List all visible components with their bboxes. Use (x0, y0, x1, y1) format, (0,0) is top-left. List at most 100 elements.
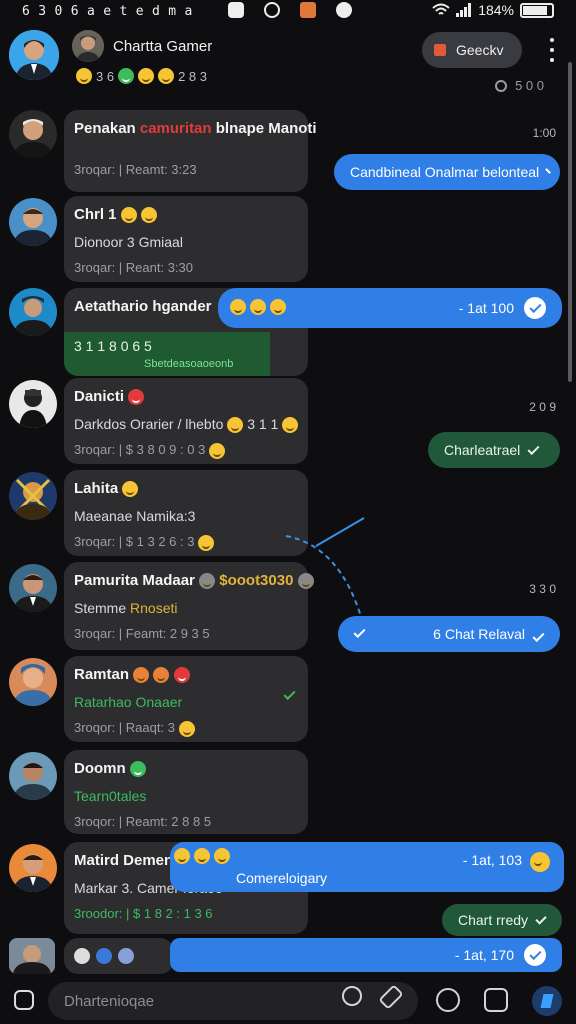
chat-title: Chartta Gamer (113, 38, 213, 55)
avatar (9, 472, 57, 520)
chat-meta: 3roqor: | Raaqt: 3 (74, 720, 195, 737)
chat-preview: Tearn0tales (74, 788, 147, 804)
chat-card[interactable]: Lahita Maeanae Namika:3 3roqar: | $ 1 3 … (64, 470, 308, 556)
message-time: 2 0 9 (529, 400, 556, 414)
emoji-icon (198, 534, 215, 551)
emoji-icon (270, 299, 286, 315)
contact-name: Pamurita Madaar $ooot3030 (74, 572, 314, 590)
chat-card[interactable]: Chrl 1 Dionoor 3 Gmiaal 3roqar: | Reant:… (64, 196, 308, 282)
status-right: 184% (432, 2, 554, 18)
chat-card[interactable] (64, 938, 174, 974)
microphone-icon[interactable] (14, 990, 34, 1010)
chat-card[interactable]: Doomn Tearn0tales 3roqor: | Reamt: 2 8 8… (64, 750, 308, 834)
message-bubble[interactable]: Comereloigary - 1at, 103 (170, 842, 564, 892)
message-text: Chart rredy (458, 912, 529, 928)
camera-icon[interactable] (342, 986, 362, 1006)
chat-meta: 3roodor: | $ 1 8 2 : 1 3 6 (74, 906, 213, 921)
signal-icon (456, 3, 472, 17)
subtitle-prefix: 3 6 (96, 68, 115, 84)
contact-name: Aetathario hgander (74, 298, 212, 315)
check-icon (527, 442, 540, 455)
status-icon (118, 948, 134, 964)
more-options-button[interactable] (546, 38, 558, 62)
list-item[interactable]: - 1at, 170 (0, 938, 576, 974)
message-bubble[interactable]: - 1at, 170 (170, 938, 562, 972)
check-icon (545, 167, 551, 174)
contact-name: Lahita (74, 480, 139, 498)
check-icon (535, 912, 547, 925)
check-icon (353, 625, 366, 639)
avatar (9, 288, 57, 336)
profile-avatar[interactable] (9, 30, 59, 80)
chat-preview: Dionoor 3 Gmiaal (74, 234, 183, 250)
chat-meta: 3roqar: | $ 3 8 0 9 : 0 3 (74, 442, 225, 459)
list-item[interactable]: Danicti Darkdos Orarier / lhebto 3 1 1 3… (0, 378, 576, 468)
message-text: - 1at, 170 (454, 947, 514, 963)
message-text: Charleatrael (444, 442, 521, 458)
emoji-icon (178, 720, 195, 737)
emoji-icon (129, 761, 146, 778)
list-item[interactable]: Matird Dement Markar 3. Camer foraoo 3ro… (0, 842, 576, 938)
message-bubble[interactable]: Charleatrael (428, 432, 560, 468)
emoji-icon (174, 848, 190, 864)
battery-icon (520, 2, 554, 18)
read-icon (524, 944, 546, 966)
chat-preview: Stemme Rnoseti (74, 600, 178, 616)
header-action-button[interactable]: Geeckv (422, 32, 522, 68)
chat-meta: 3roqor: | Reamt: 2 8 8 5 (74, 814, 212, 829)
chat-card[interactable]: Pamurita Madaar $ooot3030 Stemme Rnoseti… (64, 562, 314, 650)
message-text: - 1at 100 (458, 300, 514, 316)
avatar (9, 938, 55, 974)
app-icon (300, 2, 316, 18)
list-item[interactable]: Aetathario hgander 3 1 1 8 0 6 5 Sbetdea… (0, 288, 576, 376)
status-bar: 6 3 0 6 a e t e d m a 184% (0, 0, 576, 22)
avatar (9, 198, 57, 246)
chat-preview: Maeanae Namika:3 (74, 508, 196, 524)
message-time: 3 3 0 (529, 582, 556, 596)
list-item[interactable]: Doomn Tearn0tales 3roqor: | Reamt: 2 8 8… (0, 748, 576, 840)
status-icon (96, 948, 112, 964)
app-badge-icon (434, 44, 446, 56)
emoji-icon (230, 299, 246, 315)
comment-icon[interactable] (436, 988, 460, 1012)
input-bar: Dhartenioqae (0, 974, 576, 1024)
list-item[interactable]: Chrl 1 Dionoor 3 Gmiaal 3roqar: | Reant:… (0, 196, 576, 286)
list-item[interactable]: Lahita Maeanae Namika:3 3roqar: | $ 1 3 … (0, 470, 576, 621)
emoji-icon (227, 417, 244, 434)
contact-name: Ramtan (74, 666, 190, 684)
location-icon (495, 79, 508, 92)
status-icon (74, 948, 90, 964)
contact-name: Danicti (74, 388, 145, 406)
list-item[interactable]: Pamurita Madaar $ooot3030 Stemme Rnoseti… (0, 562, 576, 654)
emoji-icon (282, 417, 299, 434)
avatar (9, 658, 57, 706)
chat-header: Chartta Gamer 3 6 2 8 3 Geeckv 5 0 0 (0, 22, 576, 108)
avatar (9, 752, 57, 800)
emoji-icon (158, 68, 175, 84)
message-bubble[interactable]: Candbineal Onalmar belonteal (334, 154, 560, 190)
notification-icon (228, 2, 244, 18)
chat-card[interactable]: Danicti Darkdos Orarier / lhebto 3 1 1 3… (64, 378, 308, 464)
group-avatar[interactable] (72, 30, 104, 62)
header-meta-time: 5 0 0 (515, 78, 544, 93)
read-icon (524, 297, 546, 319)
chat-meta: 3roqar: | Reant: 3:30 (74, 260, 194, 275)
chat-card[interactable]: Penakan camuritan blnape Manoti 3roqar: … (64, 110, 317, 192)
list-item[interactable]: Penakan camuritan blnape Manoti 3roqar: … (0, 108, 576, 196)
send-button[interactable] (532, 986, 562, 1016)
message-bubble[interactable]: Chart rredy (442, 904, 562, 936)
chat-card[interactable]: Ramtan Ratarhao Onaaer 3roqor: | Raaqt: … (64, 656, 308, 742)
preview-highlight: 3 1 1 8 0 6 5 Sbetdeasoaoeonb (64, 332, 270, 376)
list-item[interactable]: Ramtan Ratarhao Onaaer 3roqor: | Raaqt: … (0, 656, 576, 746)
chat-meta: 3roqar: | $ 1 3 2 6 : 3 (74, 534, 215, 551)
message-bubble[interactable]: - 1at 100 (218, 288, 562, 328)
message-text: Candbineal Onalmar belonteal (350, 164, 540, 180)
chat-preview: Darkdos Orarier / lhebto 3 1 1 (74, 416, 299, 434)
emoji-icon (530, 852, 550, 872)
sticker-icon[interactable] (484, 988, 508, 1012)
chat-meta: 3roqar: | Reamt: 3:23 (74, 162, 197, 177)
chat-meta: Sbetdeasoaoeonb (144, 358, 234, 370)
message-input[interactable]: Dhartenioqae (48, 982, 418, 1020)
message-bubble[interactable]: 6 Chat Relaval (338, 616, 560, 652)
wifi-icon (432, 3, 450, 15)
